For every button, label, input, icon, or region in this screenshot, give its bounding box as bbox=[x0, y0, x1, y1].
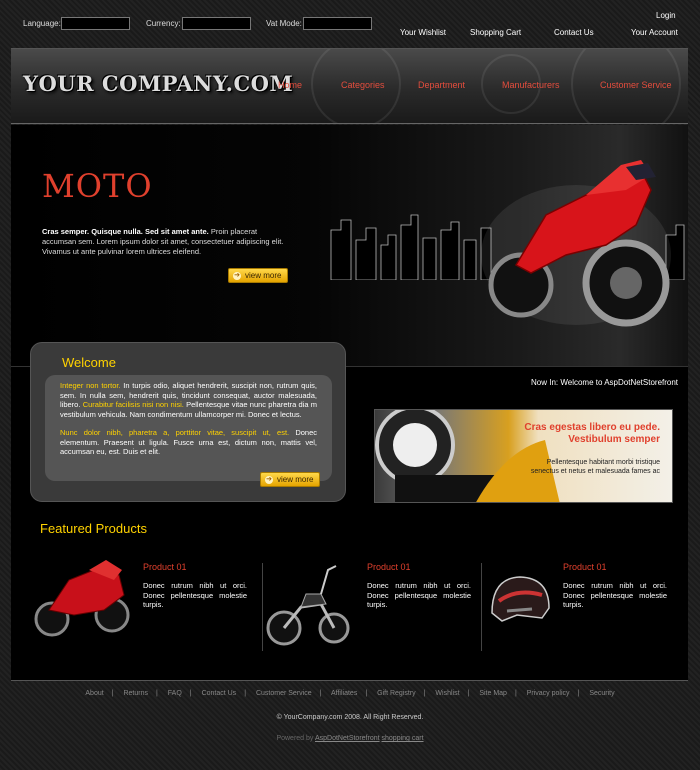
language-label: Language: bbox=[23, 19, 61, 28]
link-separator: | bbox=[244, 690, 247, 697]
welcome-text-panel: Integer non tortor. In turpis odio, aliq… bbox=[45, 375, 332, 481]
link-separator: | bbox=[467, 690, 470, 697]
vat-mode-label: Vat Mode: bbox=[266, 19, 302, 28]
footer-link-about[interactable]: About bbox=[85, 690, 103, 697]
nav-categories[interactable]: Categories bbox=[341, 80, 385, 90]
product-name[interactable]: Product 01 bbox=[563, 562, 607, 572]
link-separator: | bbox=[577, 690, 580, 697]
product-name[interactable]: Product 01 bbox=[143, 562, 187, 572]
hero-view-more-button[interactable]: ➔ view more bbox=[228, 268, 289, 283]
welcome-paragraph-1: Integer non tortor. In turpis odio, aliq… bbox=[60, 381, 317, 419]
nav-home[interactable]: Home bbox=[278, 80, 302, 90]
footer-link-wishlist[interactable]: Wishlist bbox=[435, 690, 459, 697]
product-image-chopper[interactable] bbox=[266, 562, 352, 650]
breadcrumb: Now In: Welcome to AspDotNetStorefront bbox=[531, 378, 679, 387]
welcome-panel: Welcome Integer non tortor. In turpis od… bbox=[30, 342, 346, 502]
banner-headline: Cras egestas libero eu pede. Vestibulum … bbox=[524, 422, 660, 446]
copyright-text: © YourCompany.com 2008. All Right Reserv… bbox=[276, 714, 424, 721]
powered-by-label: Powered by bbox=[276, 735, 314, 742]
banner-text: Pellentesque habitant morbi tristique se… bbox=[531, 458, 660, 476]
footer-link-security[interactable]: Security bbox=[589, 690, 614, 697]
nav-customer-service[interactable]: Customer Service bbox=[600, 80, 672, 90]
link-separator: | bbox=[319, 690, 322, 697]
currency-label: Currency: bbox=[146, 19, 181, 28]
view-more-label: view more bbox=[277, 475, 314, 484]
red-motorcycle-image bbox=[481, 160, 671, 327]
aspdotnetstorefront-link[interactable]: AspDotNetStorefront bbox=[315, 735, 380, 742]
banner-text-line: Pellentesque habitant morbi tristique bbox=[546, 459, 660, 466]
company-logo[interactable]: YOUR COMPANY.COM bbox=[23, 71, 293, 96]
arrow-right-icon: ➔ bbox=[265, 475, 273, 484]
highlight-text: Nunc dolor nibh, pharetra a, porttitor v… bbox=[60, 428, 290, 437]
product-description: Donec rutrum nibh ut orci. Donec pellent… bbox=[563, 581, 667, 609]
login-link[interactable]: Login bbox=[656, 11, 676, 20]
product-description: Donec rutrum nibh ut orci. Donec pellent… bbox=[367, 581, 471, 609]
shopping-cart-link[interactable]: Shopping Cart bbox=[470, 28, 521, 37]
product-divider bbox=[481, 563, 482, 651]
link-separator: | bbox=[423, 690, 426, 697]
product-description: Donec rutrum nibh ut orci. Donec pellent… bbox=[143, 581, 247, 609]
arrow-right-icon: ➔ bbox=[233, 271, 241, 280]
contact-us-link[interactable]: Contact Us bbox=[554, 28, 594, 37]
nav-department[interactable]: Department bbox=[418, 80, 465, 90]
banner-headline-line: Vestibulum semper bbox=[568, 434, 660, 445]
footer-link-returns[interactable]: Returns bbox=[123, 690, 148, 697]
product-divider bbox=[262, 563, 263, 651]
product-name[interactable]: Product 01 bbox=[367, 562, 411, 572]
currency-select[interactable] bbox=[182, 17, 251, 30]
hero-title: MOTO bbox=[42, 167, 153, 205]
footer-link-faq[interactable]: FAQ bbox=[168, 690, 182, 697]
highlight-text: Integer non tortor. bbox=[60, 381, 121, 390]
link-separator: | bbox=[111, 690, 114, 697]
footer-link-site-map[interactable]: Site Map bbox=[479, 690, 507, 697]
link-separator: | bbox=[365, 690, 368, 697]
hero-description: Cras semper. Quisque nulla. Sed sit amet… bbox=[42, 227, 292, 257]
footer-divider bbox=[11, 680, 688, 681]
featured-products-title: Featured Products bbox=[40, 521, 147, 536]
welcome-title: Welcome bbox=[62, 355, 116, 370]
site-header: YOUR COMPANY.COM Home Categories Departm… bbox=[11, 48, 688, 124]
your-account-link[interactable]: Your Account bbox=[631, 28, 678, 37]
nav-manufacturers[interactable]: Manufacturers bbox=[502, 80, 560, 90]
link-separator: | bbox=[189, 690, 192, 697]
footer-link-gift-registry[interactable]: Gift Registry bbox=[377, 690, 416, 697]
powered-by: Powered by AspDotNetStorefront shopping … bbox=[0, 735, 700, 742]
vat-mode-select[interactable] bbox=[303, 17, 372, 30]
footer-link-contact-us[interactable]: Contact Us bbox=[202, 690, 237, 697]
footer-link-affiliates[interactable]: Affiliates bbox=[331, 690, 357, 697]
hero-description-bold: Cras semper. Quisque nulla. Sed sit amet… bbox=[42, 227, 209, 236]
shopping-cart-footer-link[interactable]: shopping cart bbox=[382, 735, 424, 742]
welcome-view-more-button[interactable]: ➔ view more bbox=[260, 472, 321, 487]
banner-headline-line: Cras egestas libero eu pede. bbox=[524, 422, 660, 433]
footer-link-privacy-policy[interactable]: Privacy policy bbox=[527, 690, 570, 697]
banner-text-line: senectus et netus et malesuada fames ac bbox=[530, 468, 660, 475]
footer-links: About | Returns | FAQ | Contact Us | Custome… bbox=[0, 690, 700, 697]
highlight-text: Curabitur facilisis nisi non nisi. bbox=[82, 400, 184, 409]
link-separator: | bbox=[155, 690, 158, 697]
footer-link-customer-service[interactable]: Customer Service bbox=[256, 690, 312, 697]
product-image-helmet[interactable] bbox=[487, 573, 553, 625]
link-separator: | bbox=[514, 690, 517, 697]
promo-banner[interactable]: Cras egestas libero eu pede. Vestibulum … bbox=[374, 409, 673, 503]
product-image-sportbike[interactable] bbox=[34, 555, 132, 639]
welcome-paragraph-2: Nunc dolor nibh, pharetra a, porttitor v… bbox=[60, 428, 317, 457]
wishlist-link[interactable]: Your Wishlist bbox=[400, 28, 446, 37]
hero-banner: MOTO Cras semper. Quisque nulla. Sed sit… bbox=[11, 125, 688, 367]
language-select[interactable] bbox=[61, 17, 130, 30]
view-more-label: view more bbox=[245, 271, 282, 280]
